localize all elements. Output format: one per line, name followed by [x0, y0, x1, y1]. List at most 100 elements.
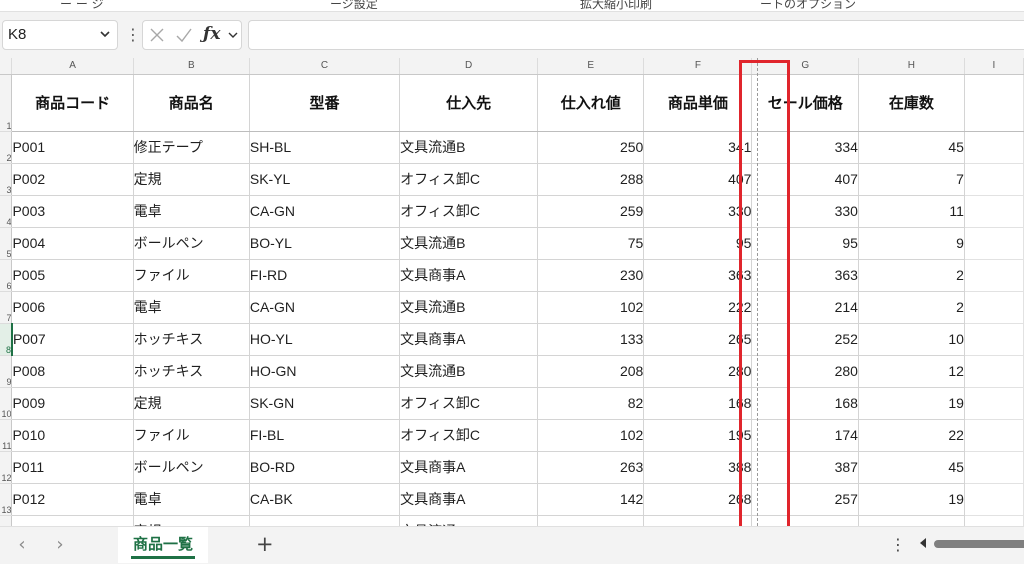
table-cell[interactable]: 268 [643, 483, 753, 516]
empty-cell[interactable] [964, 74, 1024, 132]
table-cell[interactable]: ファイル [133, 259, 250, 292]
table-cell[interactable]: 文具流通B [399, 291, 539, 324]
table-cell[interactable]: 22 [858, 419, 965, 452]
table-cell[interactable]: 19 [858, 483, 965, 516]
empty-cell[interactable] [964, 227, 1024, 260]
empty-cell[interactable] [964, 163, 1024, 196]
table-cell[interactable]: 102 [537, 291, 645, 324]
table-cell[interactable]: 407 [643, 163, 753, 196]
chevron-down-icon[interactable] [227, 29, 239, 44]
chevron-down-icon[interactable] [99, 21, 111, 60]
table-cell[interactable]: ホッチキス [133, 355, 250, 388]
empty-cell[interactable] [964, 419, 1024, 452]
table-cell[interactable]: 2 [858, 291, 965, 324]
table-cell[interactable]: 文具流通B [399, 131, 539, 164]
check-icon[interactable] [175, 24, 193, 51]
table-cell[interactable]: 257 [751, 483, 859, 516]
table-cell[interactable]: 7 [858, 163, 965, 196]
table-cell[interactable]: SK-BL [249, 515, 401, 526]
header-cell[interactable]: 型番 [249, 74, 401, 132]
add-sheet-button[interactable]: + [256, 532, 274, 556]
close-icon[interactable] [149, 24, 165, 51]
column-header[interactable]: H [858, 58, 965, 75]
table-cell[interactable]: 168 [751, 387, 859, 420]
sheet-tab-products[interactable]: 商品一覧 [118, 527, 208, 563]
table-cell[interactable]: P006 [11, 291, 134, 324]
empty-cell[interactable] [964, 483, 1024, 516]
table-cell[interactable]: 文具流通B [399, 515, 539, 526]
table-cell[interactable]: 263 [537, 451, 645, 484]
table-cell[interactable]: CA-GN [249, 195, 401, 228]
header-cell[interactable]: セール価格 [751, 74, 859, 132]
row-header[interactable]: 3 [0, 163, 13, 196]
table-cell[interactable]: ファイル [133, 419, 250, 452]
ribbon-item[interactable]: ートのオプション [760, 0, 856, 11]
table-cell[interactable]: ホッチキス [133, 323, 250, 356]
column-header[interactable]: F [643, 58, 753, 75]
column-header[interactable]: G [751, 58, 859, 75]
table-cell[interactable]: 174 [751, 419, 859, 452]
table-cell[interactable]: オフィス卸C [399, 195, 539, 228]
table-cell[interactable]: ボールペン [133, 451, 250, 484]
table-cell[interactable]: ボールペン [133, 227, 250, 260]
table-cell[interactable]: 文具商事A [399, 483, 539, 516]
row-header[interactable]: 8 [0, 323, 13, 356]
table-cell[interactable]: 修正テープ [133, 131, 250, 164]
empty-cell[interactable] [964, 387, 1024, 420]
ribbon-item[interactable]: ー ー ジ [60, 0, 104, 11]
table-cell[interactable]: CA-BK [249, 483, 401, 516]
table-cell[interactable]: 9 [858, 227, 965, 260]
table-cell[interactable]: 257 [537, 515, 645, 526]
table-cell[interactable]: 文具商事A [399, 259, 539, 292]
table-cell[interactable]: P003 [11, 195, 134, 228]
table-cell[interactable]: 102 [537, 419, 645, 452]
row-header[interactable]: 4 [0, 195, 13, 228]
row-header[interactable]: 1 [0, 74, 13, 132]
column-header[interactable]: E [537, 58, 645, 75]
table-cell[interactable]: P005 [11, 259, 134, 292]
empty-cell[interactable] [964, 515, 1024, 526]
table-cell[interactable]: P001 [11, 131, 134, 164]
table-cell[interactable]: 330 [751, 195, 859, 228]
table-cell[interactable]: 250 [537, 131, 645, 164]
table-cell[interactable]: P007 [11, 323, 134, 356]
table-cell[interactable]: HO-GN [249, 355, 401, 388]
header-cell[interactable]: 商品単価 [643, 74, 753, 132]
row-header[interactable]: 5 [0, 227, 13, 260]
empty-cell[interactable] [964, 195, 1024, 228]
table-cell[interactable]: 252 [751, 323, 859, 356]
name-box[interactable]: K8 [2, 20, 118, 50]
table-cell[interactable]: 定規 [133, 387, 250, 420]
column-header[interactable]: A [11, 58, 134, 75]
table-cell[interactable]: P004 [11, 227, 134, 260]
table-cell[interactable]: 214 [751, 291, 859, 324]
table-cell[interactable]: 265 [643, 323, 753, 356]
select-all-corner[interactable] [0, 58, 13, 75]
table-cell[interactable]: 95 [751, 227, 859, 260]
table-cell[interactable]: 288 [537, 163, 645, 196]
table-cell[interactable]: P010 [11, 419, 134, 452]
table-cell[interactable]: 142 [537, 483, 645, 516]
more-options-icon[interactable]: ⋮ [125, 22, 141, 48]
table-cell[interactable]: 2 [858, 259, 965, 292]
table-cell[interactable]: P011 [11, 451, 134, 484]
column-header[interactable]: D [399, 58, 539, 75]
empty-cell[interactable] [964, 323, 1024, 356]
table-cell[interactable]: 36 [858, 515, 965, 526]
table-cell[interactable]: 341 [643, 131, 753, 164]
header-cell[interactable]: 在庫数 [858, 74, 965, 132]
row-header[interactable]: 14 [0, 515, 13, 526]
table-cell[interactable]: FI-RD [249, 259, 401, 292]
table-cell[interactable]: 文具商事A [399, 323, 539, 356]
scroll-left-icon[interactable] [919, 537, 927, 552]
row-header[interactable]: 10 [0, 387, 13, 420]
table-cell[interactable]: 11 [858, 195, 965, 228]
table-cell[interactable]: 363 [643, 259, 753, 292]
table-cell[interactable]: 45 [858, 451, 965, 484]
row-header[interactable]: 2 [0, 131, 13, 164]
table-cell[interactable]: 363 [751, 259, 859, 292]
table-cell[interactable]: 330 [643, 195, 753, 228]
empty-cell[interactable] [964, 131, 1024, 164]
table-cell[interactable]: SK-GN [249, 387, 401, 420]
table-cell[interactable]: 230 [537, 259, 645, 292]
